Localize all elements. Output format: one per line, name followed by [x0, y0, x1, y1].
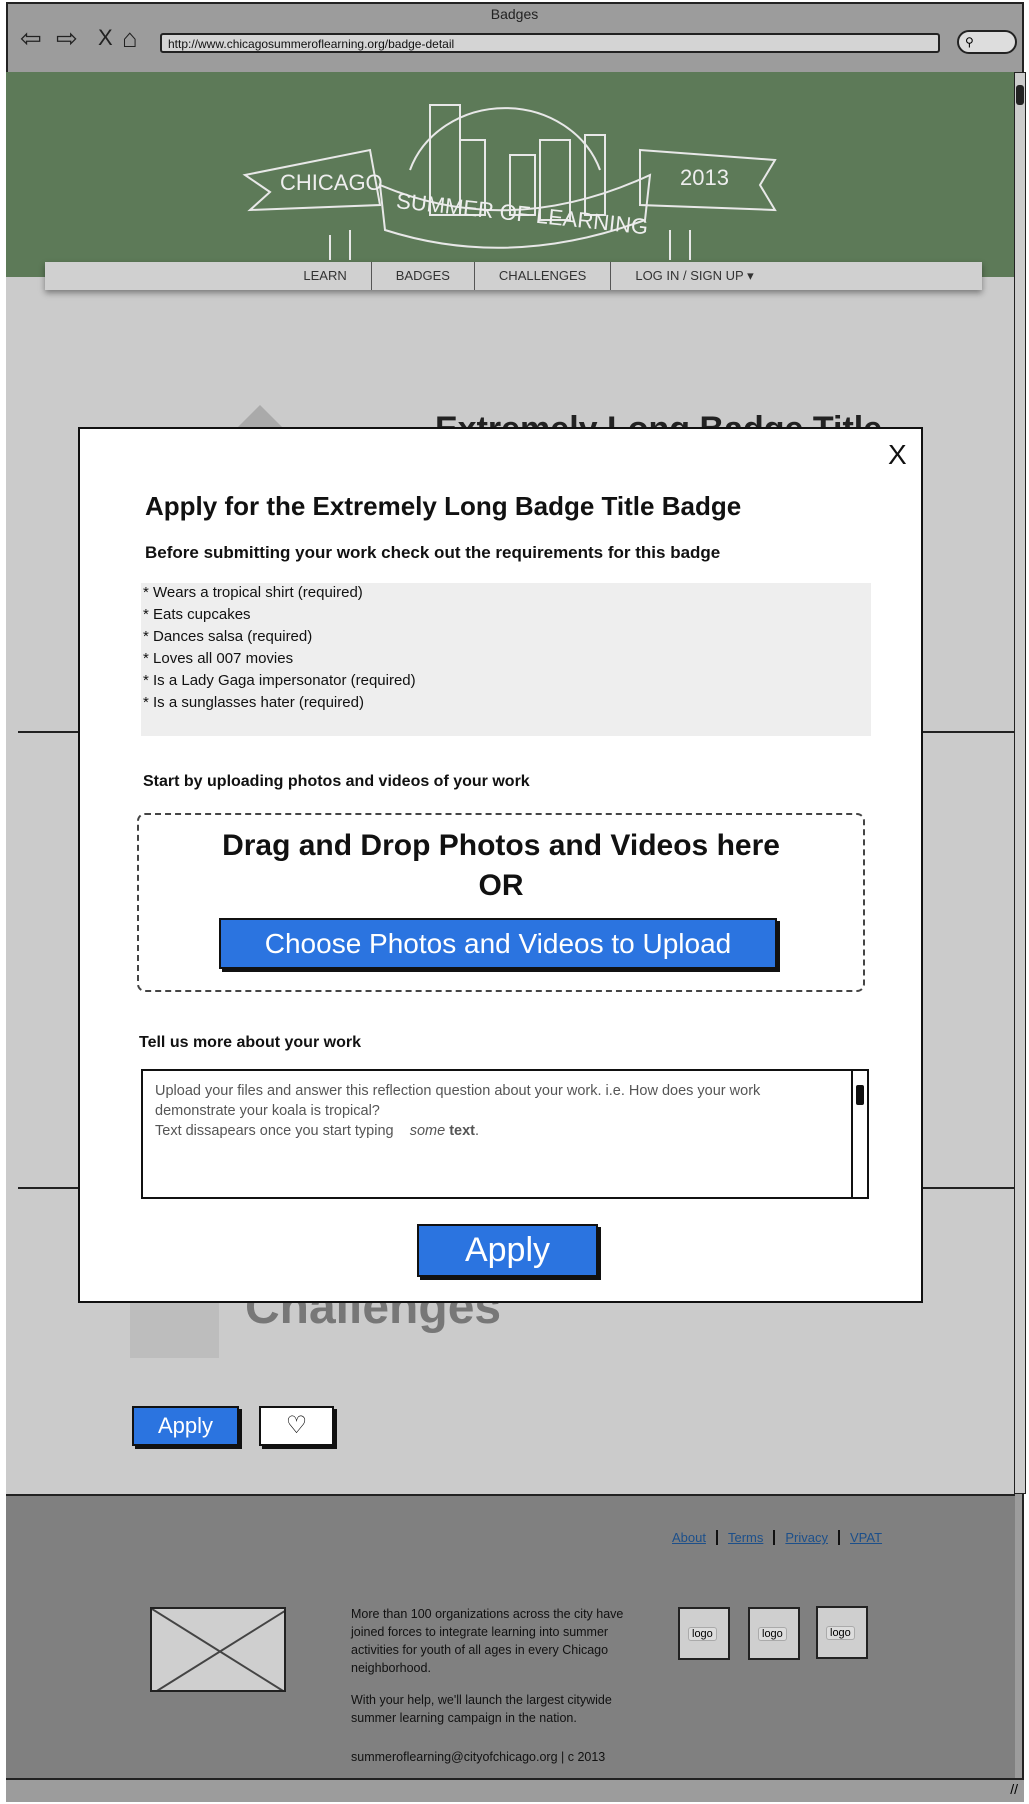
- drop-zone[interactable]: Drag and Drop Photos and Videos here OR …: [137, 813, 865, 992]
- choose-files-button[interactable]: Choose Photos and Videos to Upload: [219, 918, 777, 969]
- page-scrollbar[interactable]: [1014, 72, 1026, 1494]
- footer-paragraph: More than 100 organizations across the c…: [351, 1607, 624, 1675]
- requirement-item: * Is a Lady Gaga impersonator (required): [143, 672, 416, 689]
- footer-link-terms[interactable]: Terms: [718, 1530, 776, 1545]
- resize-grip-icon[interactable]: //: [1010, 1781, 1018, 1797]
- partner-logo: logo: [748, 1607, 800, 1660]
- partner-logo: logo: [816, 1606, 868, 1659]
- nav-badges[interactable]: BADGES: [372, 262, 475, 290]
- banner-center-ribbon: SUMMER OF LEARNING: [395, 188, 649, 239]
- textarea-placeholder: Upload your files and answer this reflec…: [155, 1083, 761, 1119]
- banner-left-ribbon: CHICAGO: [280, 170, 383, 195]
- textarea-placeholder: Text dissapears once you start typing: [155, 1123, 394, 1139]
- apply-modal: X Apply for the Extremely Long Badge Tit…: [78, 427, 923, 1303]
- upload-intro: Start by uploading photos and videos of …: [143, 773, 530, 790]
- nav-learn[interactable]: LEARN: [279, 262, 372, 290]
- apply-button-page[interactable]: Apply: [132, 1406, 239, 1446]
- stop-icon[interactable]: X: [98, 24, 113, 52]
- requirement-item: * Dances salsa (required): [143, 628, 313, 645]
- summer-of-learning-logo: CHICAGO 2013 SUMMER OF LEARNING: [242, 104, 777, 260]
- footer-link-vpat[interactable]: VPAT: [840, 1530, 892, 1545]
- main-nav: LEARN BADGES CHALLENGES LOG IN / SIGN UP…: [45, 262, 982, 290]
- partner-logo: logo: [678, 1607, 730, 1660]
- requirements-intro: Before submitting your work check out th…: [145, 543, 721, 562]
- requirement-item: * Loves all 007 movies: [143, 650, 294, 667]
- image-placeholder: [150, 1607, 286, 1692]
- or-text: OR: [478, 869, 524, 902]
- footer-contact: summeroflearning@cityofchicago.org | c 2…: [351, 1750, 606, 1764]
- drop-text: Drag and Drop Photos and Videos here: [222, 829, 780, 862]
- url-bar[interactable]: http://www.chicagosummeroflearning.org/b…: [160, 33, 940, 53]
- window-title: Badges: [490, 6, 539, 22]
- footer-links: About Terms Privacy VPAT: [662, 1530, 892, 1545]
- requirement-item: * Is a sunglasses hater (required): [143, 694, 364, 711]
- logo-label: logo: [688, 1627, 717, 1641]
- modal-title: Apply for the Extremely Long Badge Title…: [145, 491, 742, 521]
- logo-label: logo: [758, 1627, 787, 1641]
- reflection-textarea[interactable]: Upload your files and answer this reflec…: [141, 1069, 869, 1199]
- logo-label: logo: [826, 1626, 855, 1640]
- italic-text: some: [409, 1123, 446, 1139]
- requirement-item: * Wears a tropical shirt (required): [143, 584, 363, 601]
- footer-link-about[interactable]: About: [662, 1530, 718, 1545]
- status-bar: //: [6, 1778, 1024, 1802]
- period: .: [475, 1123, 480, 1139]
- back-icon[interactable]: ⇦: [20, 24, 42, 52]
- forward-icon[interactable]: ⇨: [56, 24, 78, 52]
- home-icon[interactable]: ⌂: [122, 24, 138, 52]
- bold-text: text: [449, 1123, 475, 1139]
- requirements-list: * Wears a tropical shirt (required) * Ea…: [141, 583, 871, 736]
- textarea-scrollbar[interactable]: [851, 1071, 867, 1197]
- heart-icon[interactable]: ♡: [259, 1406, 334, 1446]
- footer-link-privacy[interactable]: Privacy: [775, 1530, 840, 1545]
- footer-text: More than 100 organizations across the c…: [351, 1605, 641, 1727]
- tell-more-label: Tell us more about your work: [139, 1034, 361, 1051]
- nav-challenges[interactable]: CHALLENGES: [475, 262, 612, 290]
- banner-right-ribbon: 2013: [680, 165, 729, 190]
- requirement-item: * Eats cupcakes: [143, 606, 251, 623]
- close-icon[interactable]: X: [888, 439, 907, 471]
- footer-paragraph: With your help, we'll launch the largest…: [351, 1693, 612, 1725]
- search-icon[interactable]: ⚲: [957, 30, 1017, 54]
- nav-login[interactable]: LOG IN / SIGN UP ▾: [611, 262, 777, 290]
- apply-button[interactable]: Apply: [417, 1224, 598, 1277]
